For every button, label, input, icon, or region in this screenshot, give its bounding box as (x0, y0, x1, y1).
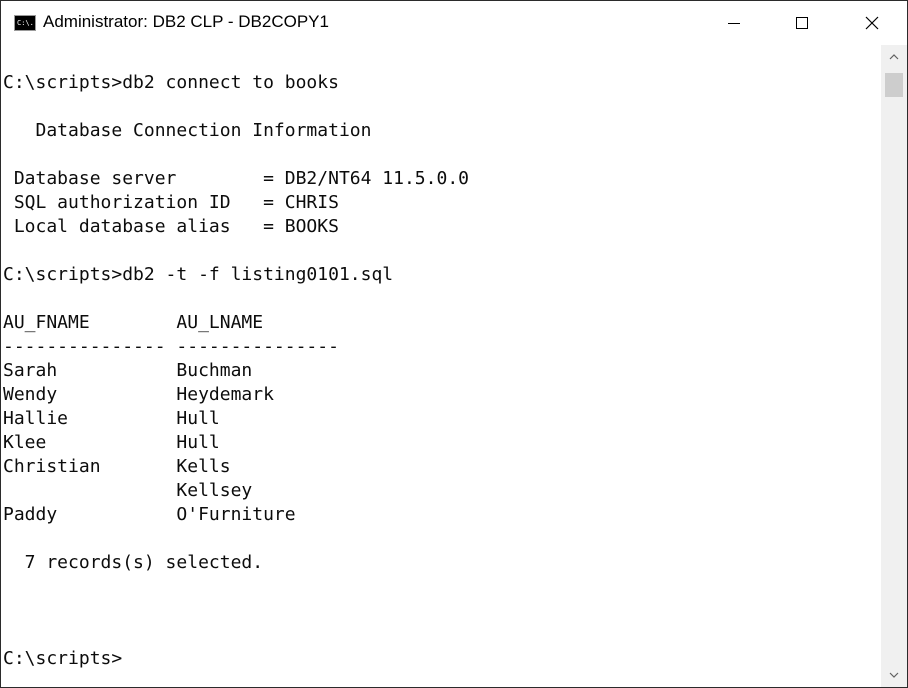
minimize-button[interactable] (711, 1, 757, 45)
vertical-scrollbar[interactable] (881, 45, 907, 687)
scroll-down-button[interactable] (881, 663, 907, 687)
console-line: Wendy Heydemark (3, 384, 274, 405)
close-button[interactable] (849, 1, 895, 45)
console-line: Paddy O'Furniture (3, 504, 296, 525)
console-line: 7 records(s) selected. (3, 552, 264, 573)
command-prompt-icon[interactable]: C:\. (14, 15, 36, 31)
maximize-icon (796, 17, 808, 29)
close-icon (865, 16, 879, 30)
console-line: Hallie Hull (3, 408, 220, 429)
console-line: C:\scripts> (3, 648, 123, 669)
scroll-up-button[interactable] (881, 45, 907, 69)
console-line: C:\scripts>db2 connect to books (3, 72, 339, 93)
console-line: AU_FNAME AU_LNAME (3, 312, 264, 333)
console-line: Kellsey (3, 480, 253, 501)
console-output[interactable]: C:\scripts>db2 connect to books Database… (1, 45, 881, 687)
chevron-down-icon (889, 672, 899, 678)
console-line: --------------- --------------- (3, 336, 339, 357)
console-line: C:\scripts>db2 -t -f listing0101.sql (3, 264, 394, 285)
console-line: Local database alias = BOOKS (3, 216, 339, 237)
console-line: Christian Kells (3, 456, 231, 477)
maximize-button[interactable] (779, 1, 825, 45)
window-title: Administrator: DB2 CLP - DB2COPY1 (43, 12, 329, 31)
console-line: Database server = DB2/NT64 11.5.0.0 (3, 168, 469, 189)
console-window: C:\. Administrator: DB2 CLP - DB2COPY1 C… (0, 0, 908, 688)
scrollbar-thumb[interactable] (885, 73, 903, 97)
minimize-icon (728, 22, 740, 24)
chevron-up-icon (889, 54, 899, 60)
console-line: SQL authorization ID = CHRIS (3, 192, 339, 213)
console-line: Klee Hull (3, 432, 220, 453)
title-bar[interactable]: C:\. Administrator: DB2 CLP - DB2COPY1 (1, 1, 907, 45)
console-line: Sarah Buchman (3, 360, 253, 381)
console-line: Database Connection Information (3, 120, 372, 141)
